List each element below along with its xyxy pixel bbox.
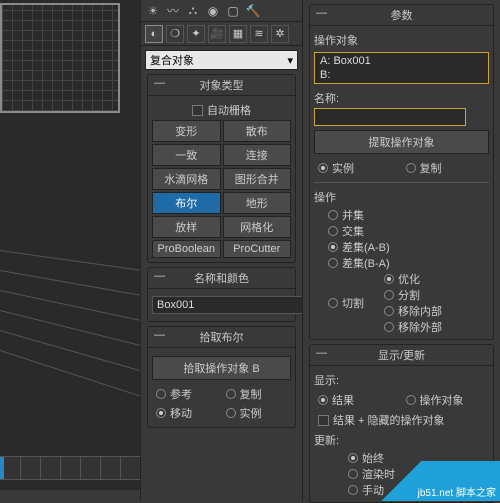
radio-sub-ba[interactable]: 差集(B-A): [328, 255, 489, 271]
btn-terrain[interactable]: 地形: [223, 192, 292, 214]
rollout-object-type: 对象类型 自动栅格 变形 散布 一致 连接 水滴网格 图形合并 布尔 地形 放样…: [147, 74, 296, 263]
radio-cut-rem-in[interactable]: 移除内部: [384, 303, 442, 319]
tab-shapes[interactable]: ❍: [166, 25, 184, 43]
tab-helpers[interactable]: ▦: [229, 25, 247, 43]
operand-name-input[interactable]: [314, 108, 466, 126]
radio-move[interactable]: 移动: [156, 405, 218, 421]
radio-ext-instance[interactable]: 实例: [318, 160, 398, 176]
list-item[interactable]: B:: [316, 68, 487, 82]
btn-shapemerge[interactable]: 图形合并: [223, 168, 292, 190]
radio-copy[interactable]: 复制: [226, 386, 288, 402]
btn-proboolean[interactable]: ProBoolean: [152, 240, 221, 258]
autogrid-label: 自动栅格: [207, 102, 251, 118]
btn-scatter[interactable]: 散布: [223, 120, 292, 142]
checkbox-icon: [318, 415, 329, 426]
btn-boolean[interactable]: 布尔: [152, 192, 221, 214]
tab-lights[interactable]: ✦: [187, 25, 205, 43]
command-panel-left: ☀ 〰 ⛬ ◉ ▢ 🔨 ◐ ❍ ✦ 🎥 ▦ ≋ ✲ 复合对象 ▾ 对象类型 自动…: [140, 0, 302, 501]
rollout-header[interactable]: 对象类型: [148, 75, 295, 96]
rollout-pick-boolean: 拾取布尔 拾取操作对象 B 参考 复制 移动 实例: [147, 326, 296, 428]
hidden-ops-checkbox[interactable]: 结果 + 隐藏的操作对象: [314, 410, 489, 430]
radio-cut-split[interactable]: 分割: [384, 287, 442, 303]
tab-cameras[interactable]: 🎥: [208, 25, 226, 43]
radio-show-operands[interactable]: 操作对象: [406, 392, 486, 408]
btn-connect[interactable]: 连接: [223, 144, 292, 166]
chevron-down-icon: ▾: [287, 54, 293, 67]
btn-procutter[interactable]: ProCutter: [223, 240, 292, 258]
btn-morph[interactable]: 变形: [152, 120, 221, 142]
btn-conform[interactable]: 一致: [152, 144, 221, 166]
dropdown-label: 复合对象: [150, 52, 194, 68]
tab-spacewarps[interactable]: ≋: [250, 25, 268, 43]
radio-show-result[interactable]: 结果: [318, 392, 398, 408]
autogrid-checkbox[interactable]: 自动栅格: [152, 100, 291, 120]
utilities-icon[interactable]: 🔨: [245, 3, 261, 19]
viewport-grid-top[interactable]: [0, 3, 120, 113]
btn-mesher[interactable]: 网格化: [223, 216, 292, 238]
operands-label: 操作对象: [314, 30, 489, 50]
btn-blobmesh[interactable]: 水滴网格: [152, 168, 221, 190]
rollout-parameters: 参数 操作对象 A: Box001 B: 名称: 提取操作对象 实例 复制 操作…: [309, 4, 494, 340]
radio-instance[interactable]: 实例: [226, 405, 288, 421]
display-label: 显示:: [314, 370, 489, 390]
viewport-grid-perspective[interactable]: [0, 250, 140, 430]
create-tabs: ◐ ❍ ✦ 🎥 ▦ ≋ ✲: [141, 22, 302, 46]
watermark: jb51.net 脚本之家: [370, 461, 500, 501]
tab-systems[interactable]: ✲: [271, 25, 289, 43]
rollout-header[interactable]: 拾取布尔: [148, 327, 295, 348]
radio-union[interactable]: 并集: [328, 207, 489, 223]
radio-reference[interactable]: 参考: [156, 386, 218, 402]
object-name-input[interactable]: [152, 296, 304, 314]
radio-sub-ab[interactable]: 差集(A-B): [328, 239, 489, 255]
radio-cut[interactable]: 切割: [328, 271, 364, 335]
name-label: 名称:: [314, 88, 489, 108]
radio-intersect[interactable]: 交集: [328, 223, 489, 239]
rollout-name-color: 名称和颜色: [147, 267, 296, 322]
radio-cut-refine[interactable]: 优化: [384, 271, 442, 287]
rollout-header[interactable]: 名称和颜色: [148, 268, 295, 289]
radio-cut-rem-out[interactable]: 移除外部: [384, 319, 442, 335]
extract-operand-button[interactable]: 提取操作对象: [314, 130, 489, 154]
sun-icon[interactable]: ☀: [145, 3, 161, 19]
top-toolbar: ☀ 〰 ⛬ ◉ ▢ 🔨: [141, 0, 302, 22]
btn-loft[interactable]: 放样: [152, 216, 221, 238]
viewport-area: [0, 0, 140, 490]
radio-ext-copy[interactable]: 复制: [406, 160, 486, 176]
command-panel-right: 参数 操作对象 A: Box001 B: 名称: 提取操作对象 实例 复制 操作…: [302, 0, 500, 501]
timeline[interactable]: [0, 456, 140, 480]
display-icon[interactable]: ▢: [225, 3, 241, 19]
motion-icon[interactable]: ◉: [205, 3, 221, 19]
category-dropdown[interactable]: 复合对象 ▾: [145, 50, 298, 70]
operands-listbox[interactable]: A: Box001 B:: [314, 52, 489, 84]
rollout-header[interactable]: 显示/更新: [310, 345, 493, 366]
checkbox-icon: [192, 105, 203, 116]
pick-operand-button[interactable]: 拾取操作对象 B: [152, 356, 291, 380]
rollout-header[interactable]: 参数: [310, 5, 493, 26]
tab-geometry[interactable]: ◐: [145, 25, 163, 43]
hierarchy-icon[interactable]: ⛬: [185, 3, 201, 19]
list-item[interactable]: A: Box001: [316, 54, 487, 68]
object-buttons-grid: 变形 散布 一致 连接 水滴网格 图形合并 布尔 地形 放样 网格化 ProBo…: [152, 120, 291, 258]
operation-label: 操作: [314, 187, 489, 207]
update-label: 更新:: [314, 430, 489, 450]
curve-icon[interactable]: 〰: [165, 3, 181, 19]
